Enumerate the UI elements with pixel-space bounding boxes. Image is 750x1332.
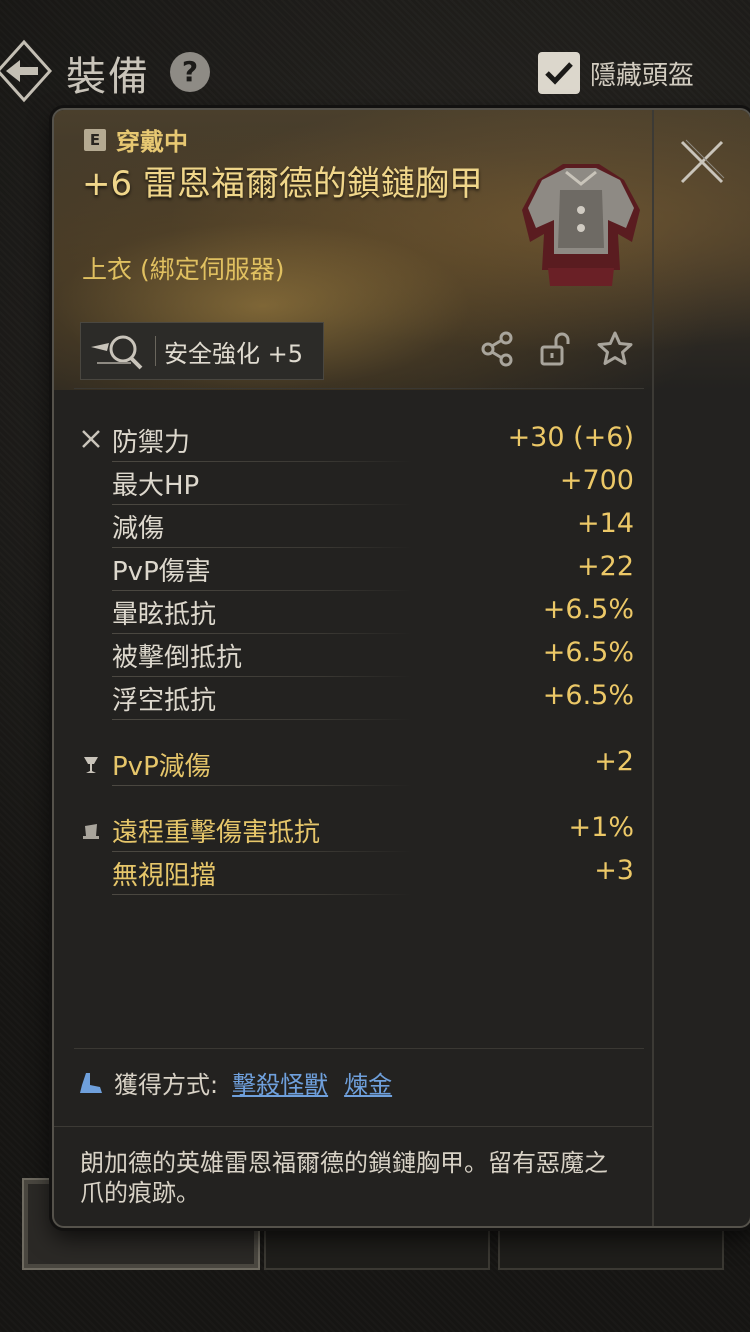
stat-separator bbox=[112, 590, 412, 591]
stat-value: +1% bbox=[568, 812, 634, 843]
stat-name: 暈眩抵抗 bbox=[112, 600, 217, 630]
magnify-icon bbox=[91, 335, 143, 370]
share-icon[interactable] bbox=[478, 330, 516, 368]
stat-separator bbox=[112, 676, 412, 677]
stat-row: PvP傷害 +22 bbox=[54, 549, 652, 591]
stat-row: 浮空抵抗 +6.5% bbox=[54, 678, 652, 720]
stat-name: 減傷 bbox=[112, 514, 165, 544]
boot-icon bbox=[80, 1072, 102, 1093]
question-circle-icon[interactable]: ? bbox=[170, 52, 210, 92]
stat-row: 遠程重擊傷害抵抗 +1% bbox=[54, 810, 652, 852]
hide-helmet-checkbox[interactable] bbox=[538, 52, 580, 94]
stat-separator bbox=[112, 504, 412, 505]
stat-separator bbox=[112, 633, 412, 634]
stat-value: +2 bbox=[594, 746, 634, 777]
stat-value: +30 (+6) bbox=[507, 422, 634, 453]
stat-value: +6.5% bbox=[542, 594, 634, 625]
stat-value: +6.5% bbox=[542, 680, 634, 711]
stat-row: 暈眩抵抗 +6.5% bbox=[54, 592, 652, 634]
acquisition-divider bbox=[74, 1048, 644, 1049]
back-arrow-icon[interactable] bbox=[0, 38, 54, 104]
item-name: +6 雷恩福爾德的鎖鏈胸甲 bbox=[82, 164, 483, 204]
description-divider bbox=[54, 1126, 652, 1127]
item-description: 朗加德的英雄雷恩福爾德的鎖鏈胸甲。留有惡魔之爪的痕跡。 bbox=[80, 1149, 608, 1207]
item-tooltip-panel: E 穿戴中 +6 雷恩福爾德的鎖鏈胸甲 上衣 (綁定伺服器) 安全強化 +5 防… bbox=[52, 108, 750, 1228]
acquisition-link-alchemy[interactable]: 煉金 bbox=[344, 1065, 392, 1100]
stats-divider bbox=[74, 388, 644, 389]
top-bar: 裝備 ? 隱藏頭盔 bbox=[0, 0, 750, 105]
acquisition-label: 獲得方式: bbox=[114, 1071, 219, 1099]
chainmail-chest-icon bbox=[522, 164, 640, 286]
acquisition-link-monster[interactable]: 擊殺怪獸 bbox=[232, 1065, 328, 1100]
enhance-separator bbox=[155, 336, 156, 366]
checkmark-icon bbox=[545, 62, 573, 85]
stat-row: 最大HP +700 bbox=[54, 463, 652, 505]
stat-separator bbox=[112, 461, 412, 462]
stat-row: 防禦力 +30 (+6) bbox=[54, 420, 652, 462]
stat-name: 遠程重擊傷害抵抗 bbox=[112, 818, 321, 848]
stat-row: PvP減傷 +2 bbox=[54, 744, 652, 786]
tooltip-content: E 穿戴中 +6 雷恩福爾德的鎖鏈胸甲 上衣 (綁定伺服器) 安全強化 +5 防… bbox=[54, 110, 654, 1226]
equipped-badge: E 穿戴中 bbox=[84, 122, 188, 157]
stat-separator bbox=[112, 851, 412, 852]
star-icon[interactable] bbox=[596, 330, 634, 368]
stat-value: +3 bbox=[594, 855, 634, 886]
stat-name: 被擊倒抵抗 bbox=[112, 643, 243, 673]
stat-value: +6.5% bbox=[542, 637, 634, 668]
stat-name: 無視阻擋 bbox=[112, 861, 217, 891]
stat-name: 浮空抵抗 bbox=[112, 686, 217, 716]
hide-helmet-label: 隱藏頭盔 bbox=[590, 60, 695, 91]
close-icon[interactable] bbox=[676, 136, 728, 188]
stat-name: PvP傷害 bbox=[112, 557, 211, 587]
equipped-status: 穿戴中 bbox=[116, 128, 188, 156]
unlock-icon[interactable] bbox=[536, 330, 574, 368]
enhance-label: 安全強化 +5 bbox=[164, 339, 304, 368]
stat-row: 減傷 +14 bbox=[54, 506, 652, 548]
page-title: 裝備 bbox=[66, 54, 150, 100]
stat-value: +700 bbox=[559, 465, 634, 496]
safe-enhance-box[interactable]: 安全強化 +5 bbox=[80, 322, 324, 380]
stat-separator bbox=[112, 785, 412, 786]
stat-name: 最大HP bbox=[112, 471, 200, 501]
item-type: 上衣 (綁定伺服器) bbox=[82, 255, 285, 284]
stat-row: 無視阻擋 +3 bbox=[54, 853, 652, 895]
stat-separator bbox=[112, 894, 412, 895]
stat-separator bbox=[112, 547, 412, 548]
stat-separator bbox=[112, 719, 412, 720]
stat-name: PvP減傷 bbox=[112, 752, 211, 782]
stat-row: 被擊倒抵抗 +6.5% bbox=[54, 635, 652, 677]
equipped-e-mark: E bbox=[84, 128, 106, 151]
stat-value: +22 bbox=[577, 551, 634, 582]
stat-value: +14 bbox=[577, 508, 634, 539]
hide-helmet-toggle[interactable]: 隱藏頭盔 bbox=[538, 52, 694, 94]
stat-name: 防禦力 bbox=[112, 428, 191, 458]
acquisition-row: 獲得方式: 擊殺怪獸 煉金 bbox=[78, 1065, 408, 1100]
